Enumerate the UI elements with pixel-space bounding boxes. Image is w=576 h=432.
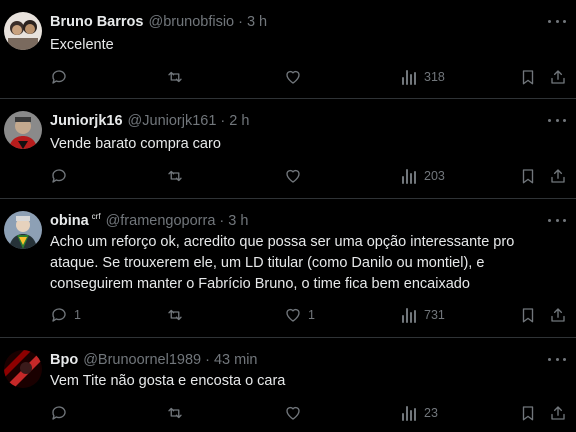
heart-icon <box>286 70 300 84</box>
bookmark-button[interactable] <box>519 165 537 187</box>
tweet[interactable]: Juniorjk16 @Juniorjk161 · 2 h Vende bara… <box>0 99 576 199</box>
timestamp[interactable]: 43 min <box>214 352 258 368</box>
tweet-header: obina crf @framengoporra · 3 h <box>50 211 536 231</box>
tweet-text: Vende barato compra caro <box>50 136 221 152</box>
bar-chart-icon <box>402 405 418 421</box>
tweet[interactable]: Bruno Barros @brunobfisio · 3 h Excelent… <box>0 0 576 99</box>
tweet-header: Bpo @Brunoornel1989 · 43 min <box>50 350 536 370</box>
repost-arrows-icon <box>168 71 182 83</box>
reply-count: 1 <box>74 308 81 322</box>
heart-icon <box>286 406 300 420</box>
user-handle[interactable]: @framengoporra <box>106 213 216 229</box>
separator-dot: · <box>205 352 210 368</box>
share-button[interactable] <box>549 304 567 326</box>
upload-share-icon <box>551 169 565 183</box>
repost-button[interactable] <box>166 304 190 326</box>
bookmark-icon <box>522 70 534 85</box>
avatar[interactable] <box>4 111 42 149</box>
avatar[interactable] <box>4 211 42 249</box>
action-bar: 203 <box>0 165 576 187</box>
tweet-text: Acho um reforço ok, acredito que possa s… <box>50 234 515 292</box>
tweet-text: Vem Tite não gosta e encosta o cara <box>50 373 286 389</box>
views-button[interactable]: 203 <box>402 165 445 187</box>
heart-icon <box>286 308 300 322</box>
avatar[interactable] <box>4 12 42 50</box>
display-name[interactable]: obina <box>50 213 89 229</box>
repost-button[interactable] <box>166 402 190 424</box>
speech-bubble-icon <box>52 308 66 322</box>
view-count: 203 <box>424 169 445 183</box>
more-dots-icon[interactable] <box>548 352 566 366</box>
separator-dot: · <box>220 113 226 129</box>
like-button[interactable]: 1 <box>284 304 315 326</box>
user-handle[interactable]: @brunobfisio <box>148 14 234 30</box>
views-button[interactable]: 318 <box>402 66 445 88</box>
bookmark-button[interactable] <box>519 402 537 424</box>
repost-arrows-icon <box>168 309 182 321</box>
avatar[interactable] <box>4 350 42 388</box>
bookmark-button[interactable] <box>519 304 537 326</box>
views-button[interactable]: 731 <box>402 304 445 326</box>
separator-dot: · <box>219 213 225 229</box>
reply-button[interactable]: 1 <box>50 304 81 326</box>
repost-button[interactable] <box>166 66 190 88</box>
repost-button[interactable] <box>166 165 190 187</box>
heart-icon <box>286 169 300 183</box>
bar-chart-icon <box>402 307 418 323</box>
user-handle[interactable]: @Juniorjk161 <box>128 113 217 129</box>
name-badge: crf <box>91 211 101 221</box>
upload-share-icon <box>551 308 565 322</box>
tweet-header: Bruno Barros @brunobfisio · 3 h <box>50 12 536 32</box>
timestamp[interactable]: 3 h <box>228 213 248 229</box>
more-dots-icon[interactable] <box>548 213 566 227</box>
more-dots-icon[interactable] <box>548 113 566 127</box>
share-button[interactable] <box>549 165 567 187</box>
repost-arrows-icon <box>168 407 182 419</box>
views-button[interactable]: 23 <box>402 402 438 424</box>
action-bar: 23 <box>0 402 576 424</box>
action-bar: 1 1 731 <box>0 304 576 326</box>
like-button[interactable] <box>284 165 308 187</box>
speech-bubble-icon <box>52 70 66 84</box>
like-button[interactable] <box>284 402 308 424</box>
reply-button[interactable] <box>50 165 74 187</box>
view-count: 731 <box>424 308 445 322</box>
user-handle[interactable]: @Brunoornel1989 <box>83 352 201 368</box>
separator-dot: · <box>238 14 243 30</box>
display-name[interactable]: Juniorjk16 <box>50 113 123 129</box>
bookmark-button[interactable] <box>519 66 537 88</box>
timestamp[interactable]: 2 h <box>229 113 249 129</box>
view-count: 318 <box>424 70 445 84</box>
share-button[interactable] <box>549 402 567 424</box>
bar-chart-icon <box>402 69 418 85</box>
speech-bubble-icon <box>52 169 66 183</box>
tweet-header: Juniorjk16 @Juniorjk161 · 2 h <box>50 111 536 131</box>
share-button[interactable] <box>549 66 567 88</box>
tweet-text: Excelente <box>50 37 114 53</box>
upload-share-icon <box>551 70 565 84</box>
reply-button[interactable] <box>50 66 74 88</box>
bookmark-icon <box>522 308 534 323</box>
bookmark-icon <box>522 406 534 421</box>
view-count: 23 <box>424 406 438 420</box>
speech-bubble-icon <box>52 406 66 420</box>
upload-share-icon <box>551 406 565 420</box>
bookmark-icon <box>522 169 534 184</box>
like-button[interactable] <box>284 66 308 88</box>
tweet[interactable]: obina crf @framengoporra · 3 h Acho um r… <box>0 199 576 338</box>
action-bar: 318 <box>0 66 576 88</box>
like-count: 1 <box>308 308 315 322</box>
bar-chart-icon <box>402 168 418 184</box>
display-name[interactable]: Bruno Barros <box>50 14 143 30</box>
timestamp[interactable]: 3 h <box>247 14 267 30</box>
reply-button[interactable] <box>50 402 74 424</box>
display-name[interactable]: Bpo <box>50 352 78 368</box>
more-dots-icon[interactable] <box>548 14 566 28</box>
tweet[interactable]: Bpo @Brunoornel1989 · 43 min Vem Tite nã… <box>0 338 576 432</box>
repost-arrows-icon <box>168 170 182 182</box>
